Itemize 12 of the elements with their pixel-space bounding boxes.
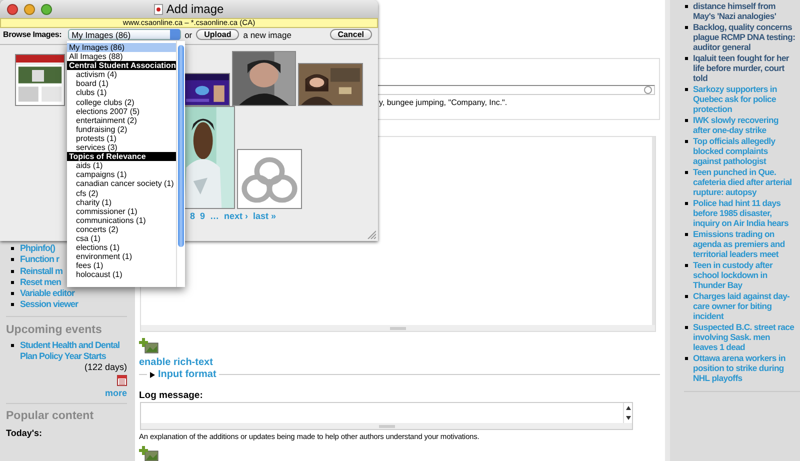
browse-label: Browse Images: <box>3 30 62 39</box>
option-group-label: Topics of Relevance <box>67 152 176 162</box>
log-message-label: Log message: <box>139 390 204 401</box>
option-group-label: Central Student Association <box>67 61 176 70</box>
field-description: y, bungee jumping, "Company, Inc.". <box>378 98 508 107</box>
or-label: or <box>184 30 192 40</box>
new-image-label: a new image <box>243 30 292 40</box>
window-title: Add image <box>166 2 224 16</box>
today-label: Today's: <box>6 428 43 440</box>
block-title: Popular content <box>6 409 95 424</box>
block-title: Upcoming events <box>6 322 103 337</box>
event-countdown: (122 days) <box>83 362 127 374</box>
